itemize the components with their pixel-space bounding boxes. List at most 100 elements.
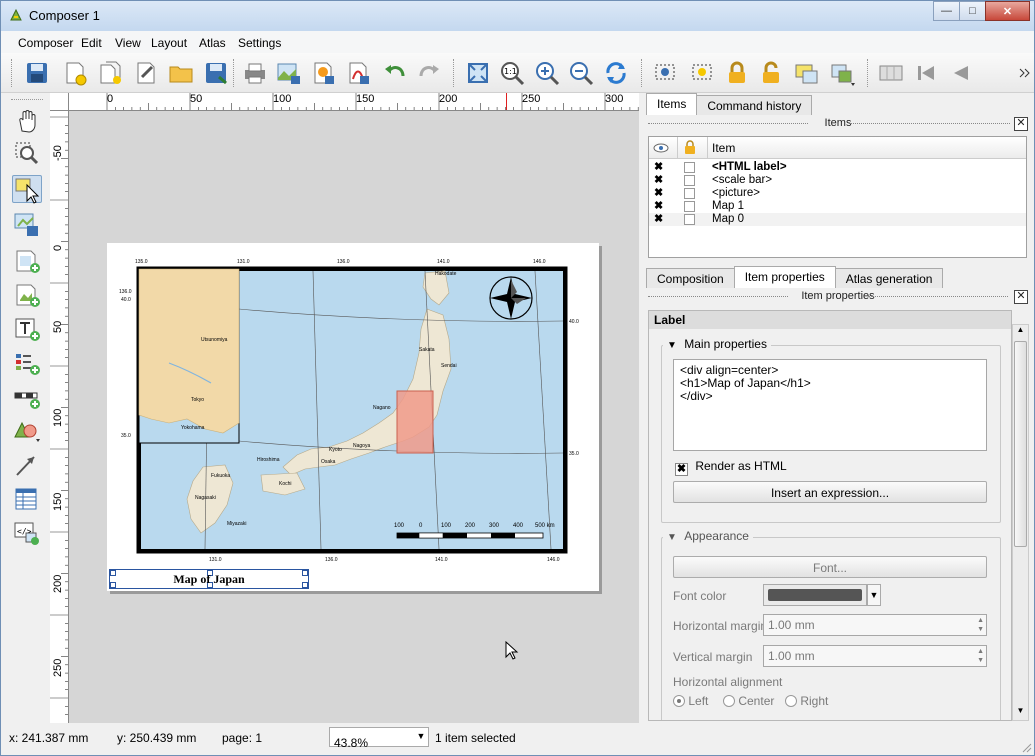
halign-right-radio[interactable]: Right xyxy=(785,694,828,708)
print-icon[interactable] xyxy=(241,59,269,87)
lock-items-icon[interactable] xyxy=(723,59,751,87)
horizontal-margin-spinbox[interactable]: 1.00 mm ▲ ▼ xyxy=(763,614,987,636)
duplicate-composer-icon[interactable] xyxy=(97,59,125,87)
redo-icon[interactable] xyxy=(415,59,443,87)
load-template-icon[interactable] xyxy=(167,59,195,87)
visible-checkbox[interactable]: ✖ xyxy=(654,214,665,225)
appearance-toggle[interactable]: ▼ Appearance xyxy=(663,529,753,543)
select-move-tool-icon[interactable] xyxy=(12,175,42,204)
composer-manager-icon[interactable] xyxy=(132,59,160,87)
export-svg-icon[interactable] xyxy=(309,59,337,87)
menu-edit[interactable]: Edit xyxy=(81,36,102,50)
add-arrow-tool-icon[interactable] xyxy=(12,451,42,479)
spin-arrows-icon[interactable]: ▲ ▼ xyxy=(977,647,984,665)
move-content-tool-icon[interactable] xyxy=(12,211,42,239)
add-shape-tool-icon[interactable] xyxy=(12,417,42,445)
menu-view[interactable]: View xyxy=(115,36,141,50)
lock-checkbox[interactable] xyxy=(684,188,695,199)
visible-checkbox[interactable]: ✖ xyxy=(654,188,665,199)
close-properties-panel-button[interactable]: ✕ xyxy=(1014,290,1028,304)
zoom-out-icon[interactable] xyxy=(567,59,595,87)
zoom-in-icon[interactable] xyxy=(533,59,561,87)
lock-checkbox[interactable] xyxy=(684,214,695,225)
maximize-button[interactable]: □ xyxy=(959,1,986,21)
menu-atlas[interactable]: Atlas xyxy=(199,36,226,50)
item-row[interactable]: ✖ Map 0 xyxy=(649,213,1026,226)
horizontal-ruler[interactable]: 0 50 100 150 200 250 300 xyxy=(69,93,639,111)
item-row[interactable]: ✖ <picture> xyxy=(649,187,1026,200)
insert-expression-button[interactable]: Insert an expression... xyxy=(673,481,987,503)
resize-grip-icon[interactable] xyxy=(1020,741,1032,753)
group-items-icon[interactable] xyxy=(793,59,821,87)
pan-tool-icon[interactable] xyxy=(12,107,42,135)
font-button[interactable]: Font... xyxy=(673,556,987,578)
add-attribute-table-tool-icon[interactable] xyxy=(12,485,42,513)
visible-checkbox[interactable]: ✖ xyxy=(654,201,665,212)
new-composer-icon[interactable] xyxy=(61,59,89,87)
add-legend-tool-icon[interactable] xyxy=(12,349,42,377)
zoom-tool-icon[interactable] xyxy=(12,139,42,167)
atlas-preview-icon[interactable] xyxy=(877,59,905,87)
scroll-up-icon[interactable]: ▲ xyxy=(1013,325,1028,339)
visible-checkbox[interactable]: ✖ xyxy=(654,175,665,186)
refresh-icon[interactable] xyxy=(602,59,630,87)
lock-checkbox[interactable] xyxy=(684,162,695,173)
add-image-tool-icon[interactable] xyxy=(12,281,42,309)
lock-checkbox[interactable] xyxy=(684,175,695,186)
select-all-icon[interactable] xyxy=(652,59,680,87)
zoom-actual-icon[interactable]: 1:1 xyxy=(498,59,526,87)
font-color-button[interactable] xyxy=(763,584,867,606)
vertical-margin-spinbox[interactable]: 1.00 mm ▲ ▼ xyxy=(763,645,987,667)
map-0-item[interactable] xyxy=(107,243,599,591)
label-text-editor[interactable]: <div align=center> <h1>Map of Japan</h1>… xyxy=(673,359,987,451)
add-html-frame-tool-icon[interactable]: </> xyxy=(12,519,42,547)
toolbar-overflow-icon[interactable] xyxy=(1011,59,1030,87)
color-dropdown-icon[interactable]: ▼ xyxy=(867,584,881,606)
undo-icon[interactable] xyxy=(381,59,409,87)
scroll-down-icon[interactable]: ▼ xyxy=(1013,706,1028,720)
tab-item-properties[interactable]: Item properties xyxy=(733,266,836,288)
html-label-item[interactable]: Map of Japan xyxy=(109,569,309,589)
deselect-icon[interactable] xyxy=(689,59,717,87)
close-button[interactable]: ✕ xyxy=(985,1,1030,21)
properties-scrollbar[interactable]: ▲ ▼ xyxy=(1012,324,1029,721)
add-scalebar-tool-icon[interactable] xyxy=(12,383,42,411)
atlas-prev-icon[interactable] xyxy=(946,59,974,87)
menu-settings[interactable]: Settings xyxy=(238,36,281,50)
zoom-full-icon[interactable] xyxy=(464,59,492,87)
main-properties-toggle[interactable]: ▼ Main properties xyxy=(663,337,771,351)
lock-checkbox[interactable] xyxy=(684,201,695,212)
zoom-level-combobox[interactable]: 43.8% ▼ xyxy=(329,727,429,750)
unlock-items-icon[interactable] xyxy=(757,59,785,87)
export-pdf-icon[interactable] xyxy=(344,59,372,87)
halign-center-radio[interactable]: Center xyxy=(723,694,774,708)
export-image-icon[interactable] xyxy=(275,59,303,87)
tab-items[interactable]: Items xyxy=(646,93,698,115)
add-map-tool-icon[interactable] xyxy=(12,247,42,275)
render-html-checkbox[interactable]: ✖ Render as HTML xyxy=(675,459,787,476)
item-row[interactable]: ✖ <HTML label> xyxy=(649,161,1026,174)
save-project-icon[interactable] xyxy=(23,59,51,87)
item-row[interactable]: ✖ <scale bar> xyxy=(649,174,1026,187)
spin-arrows-icon[interactable]: ▲ ▼ xyxy=(977,616,984,634)
chevron-down-icon[interactable]: ▼ xyxy=(414,728,428,746)
tab-command-history[interactable]: Command history xyxy=(696,95,813,115)
close-items-panel-button[interactable]: ✕ xyxy=(1014,117,1028,131)
visible-checkbox[interactable]: ✖ xyxy=(654,162,665,173)
menu-layout[interactable]: Layout xyxy=(151,36,187,50)
save-template-icon[interactable] xyxy=(202,59,230,87)
composition-page[interactable]: 135.0 131.0 136.0 141.0 146.0 131.0 136.… xyxy=(107,243,599,591)
minimize-button[interactable]: — xyxy=(933,1,960,21)
composer-canvas[interactable]: 135.0 131.0 136.0 141.0 146.0 131.0 136.… xyxy=(69,111,639,723)
menu-composer[interactable]: Composer xyxy=(18,36,73,50)
tab-atlas-generation[interactable]: Atlas generation xyxy=(834,268,944,288)
halign-left-radio[interactable]: Left xyxy=(673,694,708,708)
city-label: Tokyo xyxy=(191,397,205,403)
scroll-thumb[interactable] xyxy=(1014,341,1027,547)
tab-composition[interactable]: Composition xyxy=(646,268,735,288)
raise-items-icon[interactable] xyxy=(829,59,857,87)
vertical-ruler[interactable]: -50 0 50 100 150 200 250 xyxy=(50,111,69,723)
add-label-tool-icon[interactable] xyxy=(12,315,42,343)
item-row[interactable]: ✖ Map 1 xyxy=(649,200,1026,213)
atlas-first-icon[interactable] xyxy=(912,59,940,87)
